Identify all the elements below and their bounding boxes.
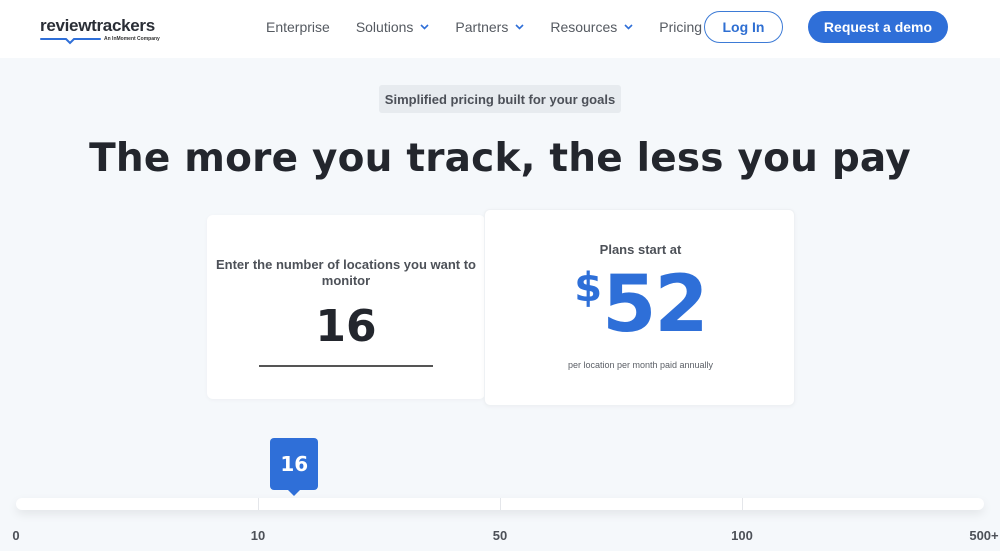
slider-tick-label: 10 <box>250 528 266 543</box>
nav-item-partners[interactable]: Partners <box>455 19 524 35</box>
nav-label: Enterprise <box>266 19 330 35</box>
nav-item-solutions[interactable]: Solutions <box>356 19 430 35</box>
plans-start-label: Plans start at <box>599 242 682 257</box>
chevron-down-icon <box>420 24 429 30</box>
tagline-pill: Simplified pricing built for your goals <box>379 85 621 113</box>
slider-tick-label: 50 <box>492 528 508 543</box>
request-demo-button[interactable]: Request a demo <box>808 11 948 43</box>
logo-tagline: An InMoment Company <box>104 36 160 42</box>
locations-label: Enter the number of locations you want t… <box>215 257 476 288</box>
nav-item-enterprise[interactable]: Enterprise <box>266 19 330 35</box>
slider-tick-label: 0 <box>12 528 20 543</box>
login-button[interactable]: Log In <box>704 11 783 43</box>
input-underline <box>259 365 433 367</box>
price-card: Plans start at $52 per location per mont… <box>484 209 795 406</box>
main-nav: Enterprise Solutions Partners Resources … <box>266 0 728 54</box>
slider-tick-label: 500+ <box>969 528 999 543</box>
reviewtrackers-logo[interactable]: reviewtrackers An InMoment Company <box>40 16 160 50</box>
locations-slider[interactable] <box>16 495 984 515</box>
page-title: The more you track, the less you pay <box>89 136 911 181</box>
locations-input[interactable]: 16 <box>207 301 485 352</box>
price-note: per location per month paid annually <box>567 360 714 370</box>
slider-tick <box>500 498 501 510</box>
nav-item-resources[interactable]: Resources <box>550 19 633 35</box>
site-header: reviewtrackers An InMoment Company Enter… <box>0 0 1000 58</box>
logo-wordmark: reviewtrackers <box>40 16 155 35</box>
price-display: $52 <box>485 260 796 350</box>
nav-label: Partners <box>455 19 509 35</box>
slider-tick <box>742 498 743 510</box>
chevron-down-icon <box>624 24 633 30</box>
nav-label: Resources <box>550 19 618 35</box>
logo-swoosh-icon <box>40 38 101 45</box>
slider-handle[interactable]: 16 <box>270 438 319 496</box>
nav-item-pricing[interactable]: Pricing <box>659 19 702 35</box>
nav-label: Pricing <box>659 19 703 35</box>
locations-card: Enter the number of locations you want t… <box>207 215 485 399</box>
chevron-down-icon <box>515 24 524 30</box>
currency-symbol: $ <box>574 265 603 311</box>
slider-tick-label: 100 <box>731 528 753 543</box>
nav-label: Solutions <box>355 19 414 35</box>
slider-tick <box>258 498 259 510</box>
price-amount: 52 <box>602 260 709 350</box>
